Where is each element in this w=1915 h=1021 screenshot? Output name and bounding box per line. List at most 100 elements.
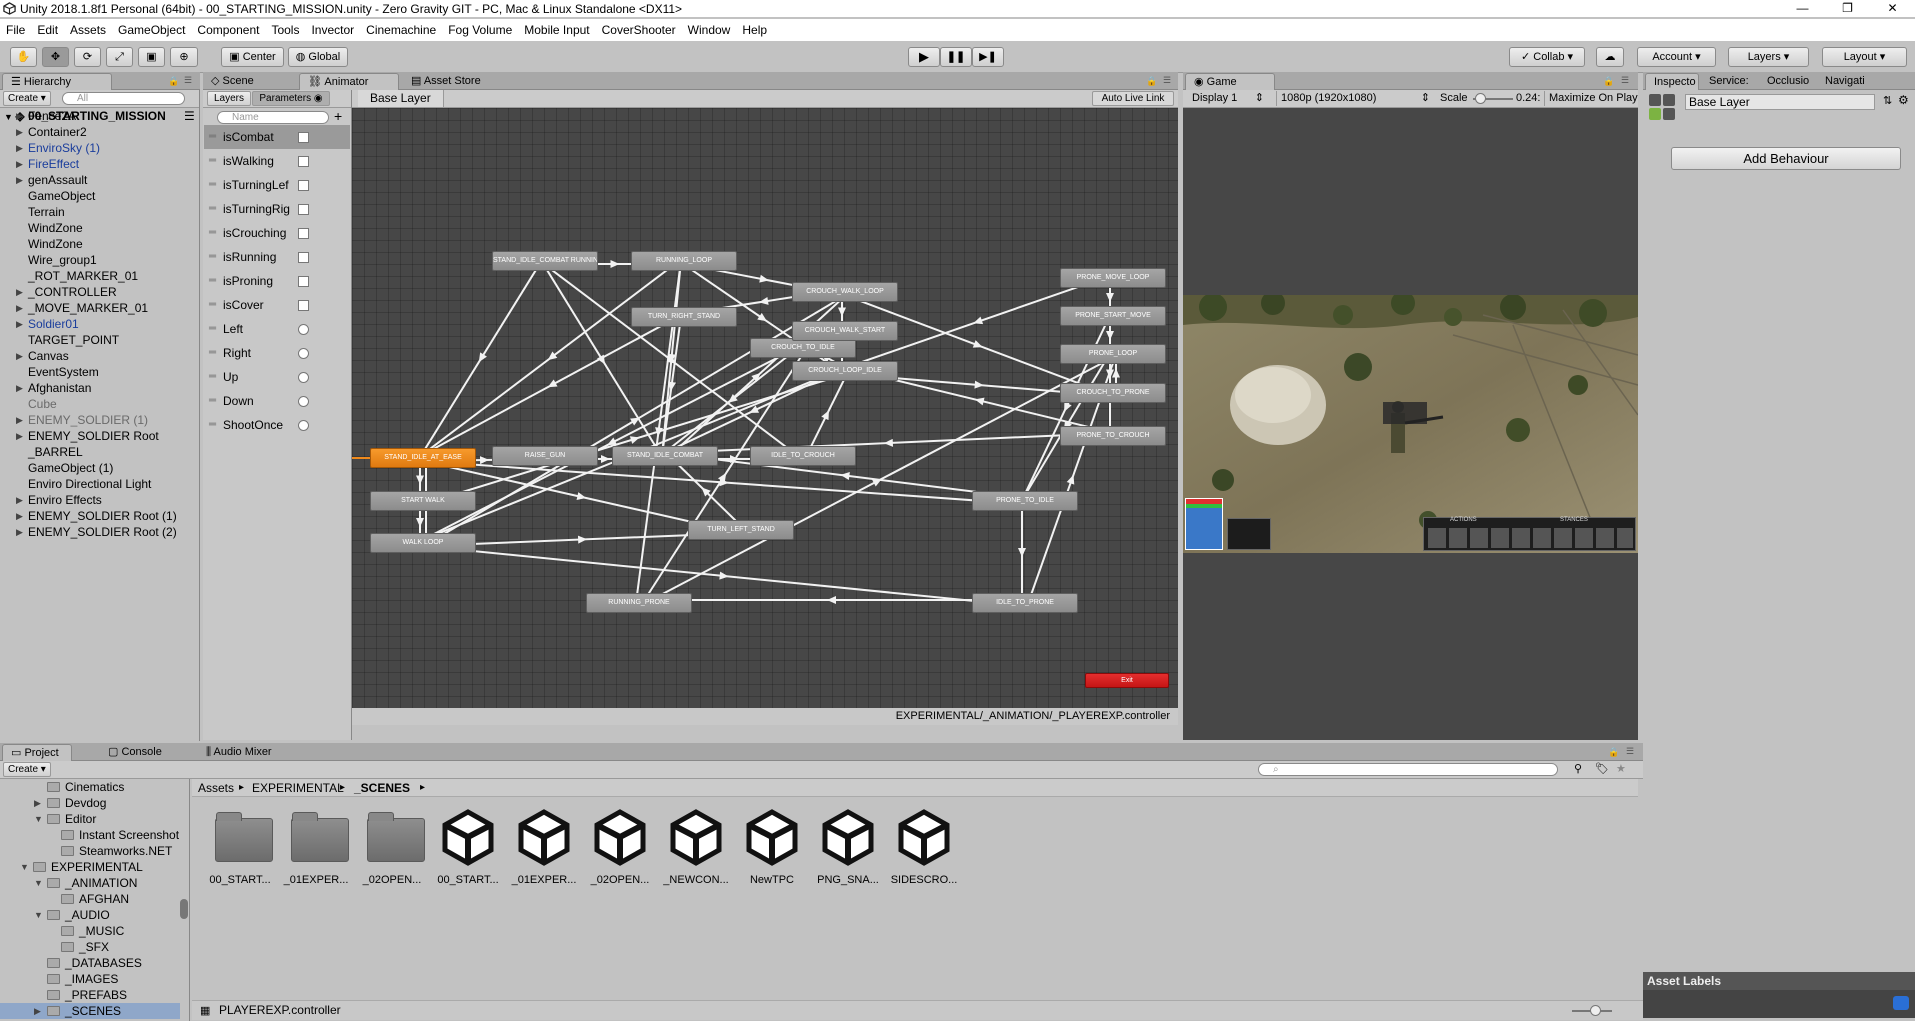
parameter-name[interactable]: Up	[223, 365, 295, 389]
layers-dropdown[interactable]: Layers ▾	[1728, 47, 1809, 67]
game-menu-icon[interactable]: ☰	[1621, 75, 1629, 86]
menu-cinemachine[interactable]: Cinemachine	[360, 19, 442, 38]
close-button[interactable]: ✕	[1870, 0, 1915, 17]
expand-arrow-icon[interactable]: ▶	[16, 348, 23, 364]
project-create-button[interactable]: Create ▾	[3, 762, 51, 777]
state-raise-gun[interactable]: RAISE_GUN	[492, 446, 598, 466]
project-menu-icon[interactable]: ☰	[1626, 746, 1634, 757]
state-running-loop[interactable]: RUNNING_LOOP	[631, 251, 737, 271]
state-turn-right-stand[interactable]: TURN_RIGHT_STAND	[631, 307, 737, 327]
collab-dropdown[interactable]: ✓ Collab ▾	[1509, 47, 1585, 67]
hierarchy-item[interactable]: WindZone	[0, 220, 200, 236]
hierarchy-search-input[interactable]: All	[62, 92, 185, 105]
drag-handle-icon[interactable]: ═	[209, 173, 216, 197]
parameter-name[interactable]: Down	[223, 389, 295, 413]
expand-arrow-icon[interactable]: ▶	[16, 284, 23, 300]
resolution-dropdown[interactable]: 1080p (1920x1080) ⇕	[1276, 91, 1434, 106]
hierarchy-item[interactable]: GameObject	[0, 188, 200, 204]
expand-arrow-icon[interactable]: ▼	[34, 875, 43, 891]
hierarchy-item[interactable]: Cube	[0, 396, 200, 412]
folder-item[interactable]: AFGHAN	[0, 891, 180, 907]
state-crouch-walk-start[interactable]: CROUCH_WALK_START	[792, 321, 898, 341]
menu-gameobject[interactable]: GameObject	[112, 19, 191, 38]
inspector-settings-icon[interactable]: ⚙	[1898, 93, 1909, 107]
animator-lock-icon[interactable]: 🔒	[1146, 76, 1157, 87]
hierarchy-item[interactable]: ▶ ENEMY_SOLDIER Root (2)	[0, 524, 200, 540]
parameter-name[interactable]: isTurningRig	[223, 197, 295, 221]
parameter-name[interactable]: isProning	[223, 269, 295, 293]
folder-item[interactable]: Steamworks.NET	[0, 843, 180, 859]
drag-handle-icon[interactable]: ═	[209, 341, 216, 365]
transform-tool-button[interactable]: ⊕	[170, 47, 198, 67]
parameter-row[interactable]: ═ isCombat	[204, 125, 350, 149]
drag-handle-icon[interactable]: ═	[209, 149, 216, 173]
state-stand-idle-combat-running[interactable]: STAND_IDLE_COMBAT RUNNING	[492, 251, 598, 271]
filter-type-icon[interactable]: ⚲	[1574, 762, 1582, 775]
hierarchy-item[interactable]: Wire_group1	[0, 252, 200, 268]
animator-menu-icon[interactable]: ☰	[1163, 75, 1171, 86]
expand-arrow-icon[interactable]: ▶	[34, 795, 41, 811]
parameter-name[interactable]: isTurningLef	[223, 173, 295, 197]
parameter-row[interactable]: ═ isRunning	[204, 245, 350, 269]
tab-inspector[interactable]: Inspecto	[1645, 73, 1699, 90]
bool-checkbox[interactable]	[298, 132, 309, 143]
move-tool-button[interactable]: ✥	[42, 47, 69, 67]
parameter-row[interactable]: ═ Up	[204, 365, 350, 389]
asset-scene[interactable]: _01EXPER...	[509, 808, 579, 888]
folder-item[interactable]: ▼ EXPERIMENTAL	[0, 859, 180, 875]
hierarchy-item[interactable]: GameObject (1)	[0, 460, 200, 476]
state-walk-loop[interactable]: WALK LOOP	[370, 533, 476, 553]
asset-scene[interactable]: _02OPEN...	[585, 808, 655, 888]
expand-arrow-icon[interactable]: ▶	[16, 524, 23, 540]
tab-hierarchy[interactable]: ☰ Hierarchy	[2, 73, 112, 90]
panel-menu-icon[interactable]: ☰	[184, 75, 192, 86]
folder-item[interactable]: ▶ _SCENES	[0, 1003, 180, 1019]
hierarchy-item[interactable]: ▶ Soldier01	[0, 316, 200, 332]
step-button[interactable]: ▶❚	[972, 47, 1004, 67]
asset-scene[interactable]: _NEWCON...	[661, 808, 731, 888]
hierarchy-item[interactable]: Enviro Directional Light	[0, 476, 200, 492]
menu-file[interactable]: File	[0, 19, 31, 38]
game-render[interactable]	[1183, 295, 1638, 553]
parameter-row[interactable]: ═ isCrouching	[204, 221, 350, 245]
tab-audio-mixer[interactable]: ⫼ Audio Mixer	[198, 744, 293, 761]
breadcrumb-experimental[interactable]: EXPERIMENTAL	[252, 779, 344, 797]
project-lock-icon[interactable]: 🔒	[1608, 747, 1619, 758]
drag-handle-icon[interactable]: ═	[209, 317, 216, 341]
parameter-row[interactable]: ═ ShootOnce	[204, 413, 350, 437]
hierarchy-item[interactable]: Terrain	[0, 204, 200, 220]
scale-slider-handle[interactable]	[1475, 93, 1486, 104]
add-behaviour-button[interactable]: Add Behaviour	[1671, 147, 1901, 170]
hierarchy-item[interactable]: ▶ Container2	[0, 124, 200, 140]
bool-checkbox[interactable]	[298, 276, 309, 287]
state-crouch-walk-loop[interactable]: CROUCH_WALK_LOOP	[792, 282, 898, 302]
folder-item[interactable]: ▼ _ANIMATION	[0, 875, 180, 891]
folder-item[interactable]: ▼ _AUDIO	[0, 907, 180, 923]
folder-item[interactable]: Instant Screenshot	[0, 827, 180, 843]
state-exit[interactable]: Exit	[1085, 673, 1169, 688]
hierarchy-item[interactable]: TARGET_POINT	[0, 332, 200, 348]
menu-assets[interactable]: Assets	[64, 19, 112, 38]
auto-live-link-toggle[interactable]: Auto Live Link	[1092, 91, 1174, 106]
state-running-prone[interactable]: RUNNING_PRONE	[586, 593, 692, 613]
hierarchy-item[interactable]: ▶ Canvas	[0, 348, 200, 364]
state-turn-left-stand[interactable]: TURN_LEFT_STAND	[688, 520, 794, 540]
state-prone-start-move[interactable]: PRONE_START_MOVE	[1060, 306, 1166, 326]
folder-item[interactable]: Cinematics	[0, 779, 180, 795]
folder-item[interactable]: _IMAGES	[0, 971, 180, 987]
hierarchy-item[interactable]: _ROT_MARKER_01	[0, 268, 200, 284]
state-stand-idle-at-ease[interactable]: STAND_IDLE_AT_EASE	[370, 448, 476, 468]
inspector-help-icon[interactable]: ⇅	[1883, 94, 1892, 107]
expand-arrow-icon[interactable]: ▶	[16, 140, 23, 156]
rect-tool-button[interactable]: ▣	[138, 47, 165, 67]
expand-arrow-icon[interactable]: ▶	[16, 156, 23, 172]
drag-handle-icon[interactable]: ═	[209, 389, 216, 413]
parameter-row[interactable]: ═ isCover	[204, 293, 350, 317]
tab-asset-store[interactable]: ▤ Asset Store	[403, 73, 493, 90]
expand-arrow-icon[interactable]: ▶	[16, 380, 23, 396]
trigger-radio[interactable]	[298, 420, 309, 431]
parameter-name[interactable]: isWalking	[223, 149, 295, 173]
breadcrumb-base-layer[interactable]: Base Layer	[358, 90, 444, 107]
parameter-row[interactable]: ═ Left	[204, 317, 350, 341]
state-prone-to-crouch[interactable]: PRONE_TO_CROUCH	[1060, 426, 1166, 446]
